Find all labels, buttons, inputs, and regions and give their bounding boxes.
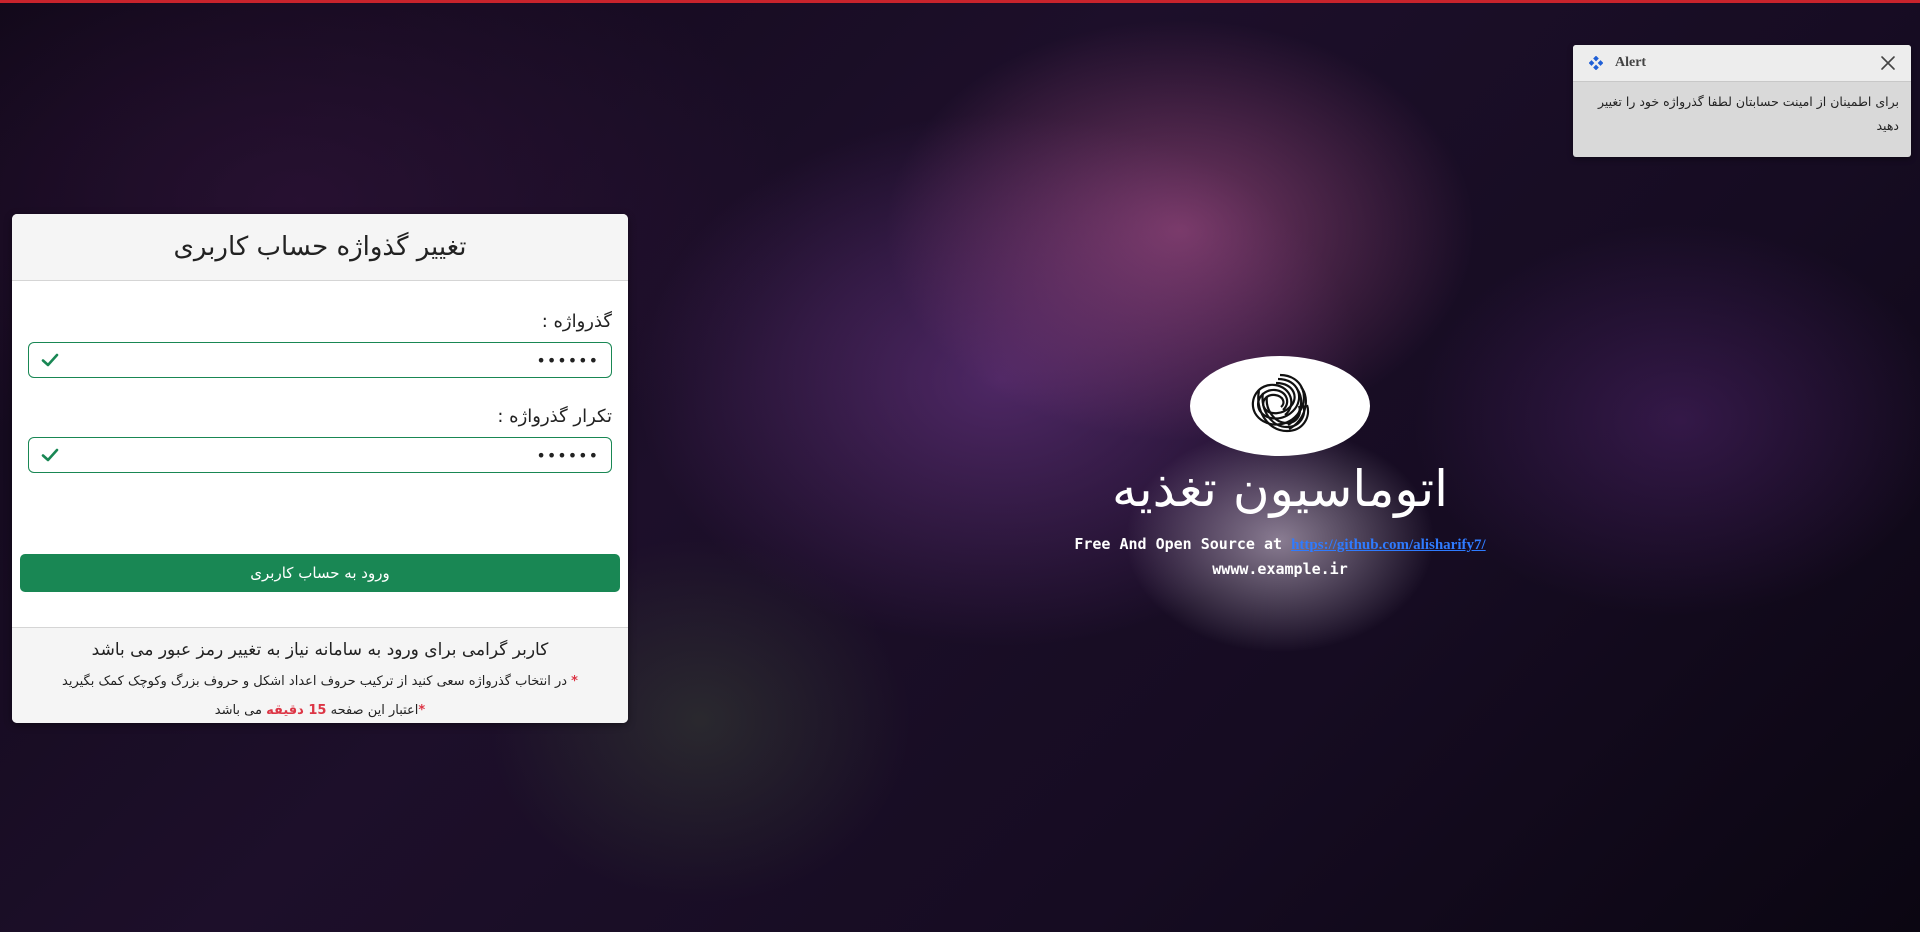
card-header: تغییر گذواژه حساب کاربری xyxy=(12,214,628,281)
notice-expiry-suffix: می باشد xyxy=(214,703,267,718)
password-field[interactable]: •••••• xyxy=(28,342,612,378)
alert-message: برای اطمینان از امینت حسابتان لطفا گذروا… xyxy=(1597,94,1899,133)
brand-title: اتوماسیون تغذیه xyxy=(1111,460,1449,518)
repeat-password-label: تکرار گذرواژه : xyxy=(497,406,612,427)
password-label: گذرواژه : xyxy=(541,311,612,332)
open-source-prefix: Free And Open Source at xyxy=(1074,535,1292,553)
alert-toast: Alert برای اطمینان از امینت حسابتان لطفا… xyxy=(1573,45,1911,157)
card-footer: کاربر گرامی برای ورود به سامانه نیاز به … xyxy=(12,627,628,723)
notice-expiry-highlight: 15 دقیقه xyxy=(266,703,327,718)
card-title: تغییر گذواژه حساب کاربری xyxy=(173,232,467,262)
notice-expiry-prefix: اعتبار این صفحه xyxy=(326,703,419,718)
required-star: * xyxy=(571,674,578,689)
open-source-line: Free And Open Source at https://github.c… xyxy=(980,535,1580,554)
notice-tip: * در انتخاب گذرواژه سعی کنید از ترکیب حر… xyxy=(12,674,628,689)
card-body: گذرواژه : •••••• تکرار گذرواژه : •••••• … xyxy=(12,281,628,627)
repeat-password-field[interactable]: •••••• xyxy=(28,437,612,473)
notice-expiry: *اعتبار این صفحه 15 دقیقه می باشد xyxy=(12,703,628,718)
diamond-icon xyxy=(1589,56,1603,70)
check-icon xyxy=(41,351,59,369)
github-link[interactable]: https://github.com/alisharify7/ xyxy=(1291,537,1486,553)
repeat-password-value: •••••• xyxy=(536,445,599,465)
close-icon[interactable] xyxy=(1879,54,1897,72)
alert-header: Alert xyxy=(1573,45,1911,82)
logo xyxy=(1190,356,1370,456)
top-accent-bar xyxy=(0,0,1920,3)
woolmark-icon xyxy=(1245,369,1315,443)
required-star: * xyxy=(418,703,426,718)
notice-tip-text: در انتخاب گذرواژه سعی کنید از ترکیب حروف… xyxy=(62,674,572,689)
notice-main: کاربر گرامی برای ورود به سامانه نیاز به … xyxy=(91,640,549,660)
change-password-card: تغییر گذواژه حساب کاربری گذرواژه : •••••… xyxy=(12,214,628,723)
login-submit-button[interactable]: ورود به حساب کاربری xyxy=(20,554,620,592)
check-icon xyxy=(41,446,59,464)
site-url: wwww.example.ir xyxy=(1212,560,1348,578)
alert-title: Alert xyxy=(1615,55,1647,70)
password-value: •••••• xyxy=(536,350,599,370)
